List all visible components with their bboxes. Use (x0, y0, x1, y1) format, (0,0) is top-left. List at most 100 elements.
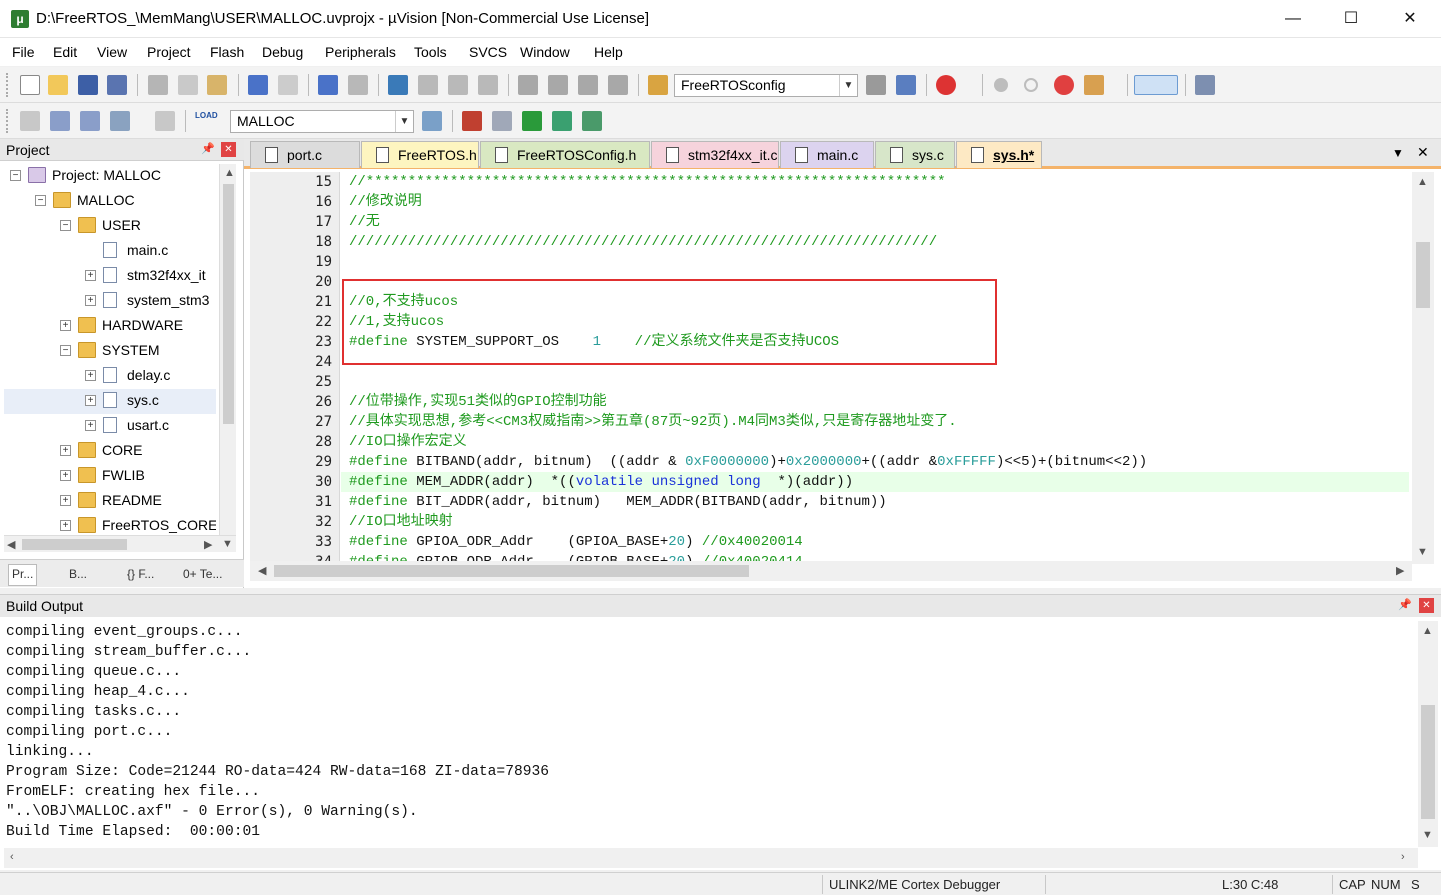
stop-build-icon[interactable] (155, 111, 175, 131)
navigate-forward-icon[interactable] (348, 75, 368, 95)
next-bookmark-icon[interactable] (448, 75, 468, 95)
scroll-thumb[interactable] (223, 184, 234, 424)
menu-edit[interactable]: Edit (53, 44, 77, 60)
tree-item[interactable]: + usart.c (4, 414, 216, 439)
tree-item[interactable]: + README (4, 489, 216, 514)
configure-icon[interactable] (1195, 75, 1215, 95)
comment-icon[interactable] (578, 75, 598, 95)
expand-icon[interactable]: + (60, 445, 71, 456)
editor-horizontal-scrollbar[interactable]: ◀ ▶ (250, 561, 1412, 581)
new-file-icon[interactable] (20, 75, 40, 95)
scroll-left-icon[interactable]: ‹ (10, 851, 14, 863)
tree-item[interactable]: − MALLOC (4, 189, 216, 214)
build-output-text[interactable]: compiling event_groups.c... compiling str… (6, 622, 1406, 842)
collapse-icon[interactable]: − (60, 220, 71, 231)
bookmark-icon[interactable] (388, 75, 408, 95)
indent-icon[interactable] (518, 75, 538, 95)
manage-rte-icon[interactable] (522, 111, 542, 131)
kill-breakpoints-icon[interactable] (1054, 75, 1074, 95)
scroll-right-icon[interactable]: › (1401, 851, 1405, 863)
tree-item[interactable]: + FreeRTOS_CORE (4, 514, 216, 536)
pin-icon[interactable]: 📌 (1398, 598, 1412, 611)
download-icon[interactable]: LOAD (195, 111, 218, 131)
menu-file[interactable]: File (12, 44, 35, 60)
tab-project[interactable]: Pr... (8, 564, 38, 586)
scroll-right-icon[interactable]: ▶ (204, 538, 212, 551)
paste-icon[interactable] (207, 75, 227, 95)
tree-item[interactable]: − USER (4, 214, 216, 239)
tree-vertical-scrollbar[interactable]: ▲ (219, 164, 236, 536)
menu-debug[interactable]: Debug (262, 44, 303, 60)
breakpoint-icon[interactable] (994, 78, 1008, 92)
tab-freertosconfig-h[interactable]: FreeRTOSConfig.h (480, 141, 650, 168)
select-packs-icon[interactable] (492, 111, 512, 131)
tab-main-c[interactable]: main.c (780, 141, 874, 168)
expand-icon[interactable]: + (60, 495, 71, 506)
scroll-thumb[interactable] (274, 565, 749, 577)
window-layout-icon[interactable] (1134, 75, 1178, 95)
build-vertical-scrollbar[interactable]: ▲ ▼ (1418, 621, 1438, 847)
menu-view[interactable]: View (97, 44, 127, 60)
batch-build-icon[interactable] (110, 111, 130, 131)
expand-icon[interactable]: + (85, 395, 96, 406)
pack-installer-icon[interactable] (552, 111, 572, 131)
menu-peripherals[interactable]: Peripherals (325, 44, 396, 60)
target-options-icon[interactable] (422, 111, 442, 131)
menu-svcs[interactable]: SVCS (469, 44, 507, 60)
close-icon[interactable]: ✕ (221, 142, 236, 157)
find-in-files-icon[interactable] (648, 75, 668, 95)
menu-tools[interactable]: Tools (414, 44, 447, 60)
incremental-find-icon[interactable] (896, 75, 916, 95)
expand-icon[interactable]: + (85, 370, 96, 381)
tree-horizontal-scrollbar[interactable]: ◀ ▶ ▼ (4, 535, 236, 552)
scroll-thumb[interactable] (1421, 705, 1435, 819)
tree-item[interactable]: main.c (4, 239, 216, 264)
clear-bookmarks-icon[interactable] (478, 75, 498, 95)
tab-sys-h-[interactable]: sys.h* (956, 141, 1042, 168)
scroll-up-icon[interactable]: ▲ (1417, 176, 1428, 188)
tree-item[interactable]: − SYSTEM (4, 339, 216, 364)
expand-icon[interactable]: + (60, 320, 71, 331)
find-icon[interactable] (866, 75, 886, 95)
scroll-right-icon[interactable]: ▶ (1396, 564, 1404, 577)
tree-item[interactable]: + system_stm3 (4, 289, 216, 314)
tab-templates[interactable]: 0+ Te... (180, 564, 225, 586)
tree-item[interactable]: + delay.c (4, 364, 216, 389)
open-folder-icon[interactable] (48, 75, 68, 95)
scroll-left-icon[interactable]: ◀ (7, 538, 15, 551)
scroll-down-icon[interactable]: ▼ (1417, 546, 1428, 558)
pin-icon[interactable]: 📌 (201, 142, 215, 155)
tree-item[interactable]: + sys.c (4, 389, 216, 414)
build-horizontal-scrollbar[interactable]: ‹ › (4, 848, 1418, 868)
expand-icon[interactable]: + (60, 470, 71, 481)
scroll-down-icon[interactable]: ▼ (1422, 829, 1433, 841)
scroll-up-icon[interactable]: ▲ (224, 167, 235, 179)
expand-icon[interactable]: + (85, 270, 96, 281)
undo-icon[interactable] (248, 75, 268, 95)
close-tab-icon[interactable]: ✕ (1417, 144, 1429, 161)
tab-sys-c[interactable]: sys.c (875, 141, 955, 168)
scroll-left-icon[interactable]: ◀ (258, 564, 266, 577)
expand-icon[interactable]: + (85, 295, 96, 306)
close-icon[interactable]: ✕ (1419, 598, 1434, 613)
cut-icon[interactable] (148, 75, 168, 95)
disable-breakpoint-icon[interactable] (1024, 78, 1038, 92)
manage-project-items-icon[interactable] (462, 111, 482, 131)
tree-item[interactable]: − Project: MALLOC (4, 164, 216, 189)
scroll-thumb[interactable] (22, 539, 127, 550)
tab-port-c[interactable]: port.c (250, 141, 360, 168)
expand-icon[interactable]: + (85, 420, 96, 431)
scroll-down-icon[interactable]: ▼ (222, 538, 233, 550)
tab-stm32f4xx-it-c[interactable]: stm32f4xx_it.c (651, 141, 779, 168)
maximize-button[interactable]: ☐ (1322, 0, 1380, 38)
uncomment-icon[interactable] (608, 75, 628, 95)
expand-icon[interactable]: + (60, 520, 71, 531)
translate-icon[interactable] (20, 111, 40, 131)
rebuild-icon[interactable] (80, 111, 100, 131)
tab-books[interactable]: B... (66, 564, 90, 586)
editor-vertical-scrollbar[interactable]: ▲ ▼ (1412, 172, 1434, 564)
tab-freertos-h[interactable]: FreeRTOS.h (361, 141, 479, 168)
unindent-icon[interactable] (548, 75, 568, 95)
trace-icon[interactable] (1084, 75, 1104, 95)
rte-components-icon[interactable] (582, 111, 602, 131)
